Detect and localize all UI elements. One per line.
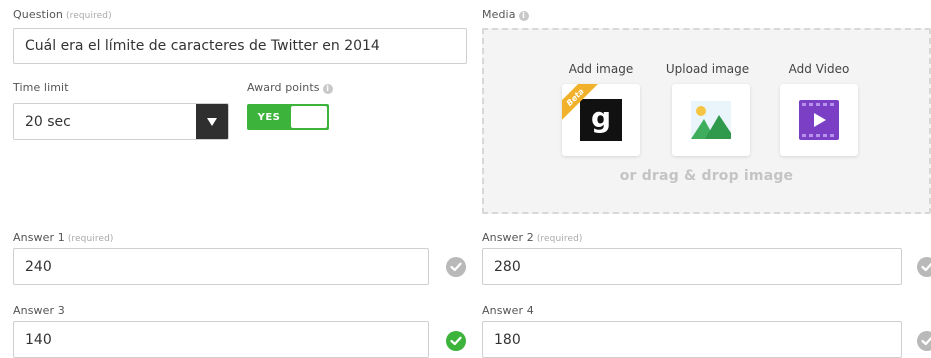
answer-4-label-text: Answer 4 [482,304,534,317]
checkmark-icon [450,336,462,346]
time-limit-label: Time limit [13,81,69,94]
time-limit-value: 20 sec [14,104,196,139]
add-image-label: Add image [568,62,634,76]
question-input-value: Cuál era el límite de caracteres de Twit… [25,38,380,54]
answer-3-label-text: Answer 3 [13,304,65,317]
svg-text:g: g [591,104,611,134]
checkmark-icon [921,262,931,272]
answer-1-label-text: Answer 1 [13,231,65,244]
question-label-text: Question [13,8,63,21]
answer-4-value: 180 [494,331,521,348]
answer-2-input[interactable]: 280 [482,248,902,285]
toggle-yes-text: YES [257,111,281,123]
upload-image-tile[interactable] [672,84,750,156]
checkmark-icon [450,262,462,272]
answer-2-label: Answer 2 (required) [482,231,583,244]
answer-1-label: Answer 1 (required) [13,231,114,244]
answer-2-required-note: (required) [536,234,583,244]
answer-3-label: Answer 3 [13,304,65,317]
landscape-image-icon [691,101,731,139]
add-video-label: Add Video [788,62,850,76]
chevron-down-icon[interactable] [196,104,228,139]
correct-toggle-answer-2[interactable] [917,257,931,277]
answer-1-value: 240 [25,258,52,275]
getty-g-icon: g [580,99,622,141]
question-required-note: (required) [66,11,112,21]
answer-1-required-note: (required) [67,234,114,244]
time-limit-select[interactable]: 20 sec [13,103,229,140]
checkmark-icon [921,336,931,346]
media-drop-zone[interactable]: Add image Beta g Upload image Add Video … [482,28,931,214]
question-label: Question (required) [13,8,112,21]
correct-toggle-answer-3[interactable] [446,331,466,351]
award-points-label-text: Award points [247,81,320,94]
toggle-knob [291,106,327,128]
add-image-option[interactable]: Add image Beta g [562,62,640,156]
answer-1-input[interactable]: 240 [13,248,429,285]
answer-3-value: 140 [25,331,52,348]
upload-image-label: Upload image [665,62,750,76]
add-image-tile[interactable]: Beta g [562,84,640,156]
answer-4-input[interactable]: 180 [482,321,902,358]
question-input[interactable]: Cuál era el límite de caracteres de Twit… [13,28,467,64]
add-video-option[interactable]: Add Video [780,62,858,156]
info-icon[interactable]: i [322,84,333,94]
answer-3-input[interactable]: 140 [13,321,429,358]
answer-4-label: Answer 4 [482,304,534,317]
media-label: Media i [482,8,529,21]
upload-image-option[interactable]: Upload image [665,62,750,156]
drag-drop-hint: or drag & drop image [619,168,794,184]
correct-toggle-answer-1[interactable] [446,257,466,277]
correct-toggle-answer-4[interactable] [917,331,931,351]
answer-2-value: 280 [494,258,521,275]
answer-2-label-text: Answer 2 [482,231,534,244]
award-points-toggle[interactable]: YES [247,104,329,130]
info-icon[interactable]: i [518,11,529,21]
video-play-icon [799,100,839,140]
media-label-text: Media [482,8,516,21]
add-video-tile[interactable] [780,84,858,156]
award-points-label: Award points i [247,81,333,94]
